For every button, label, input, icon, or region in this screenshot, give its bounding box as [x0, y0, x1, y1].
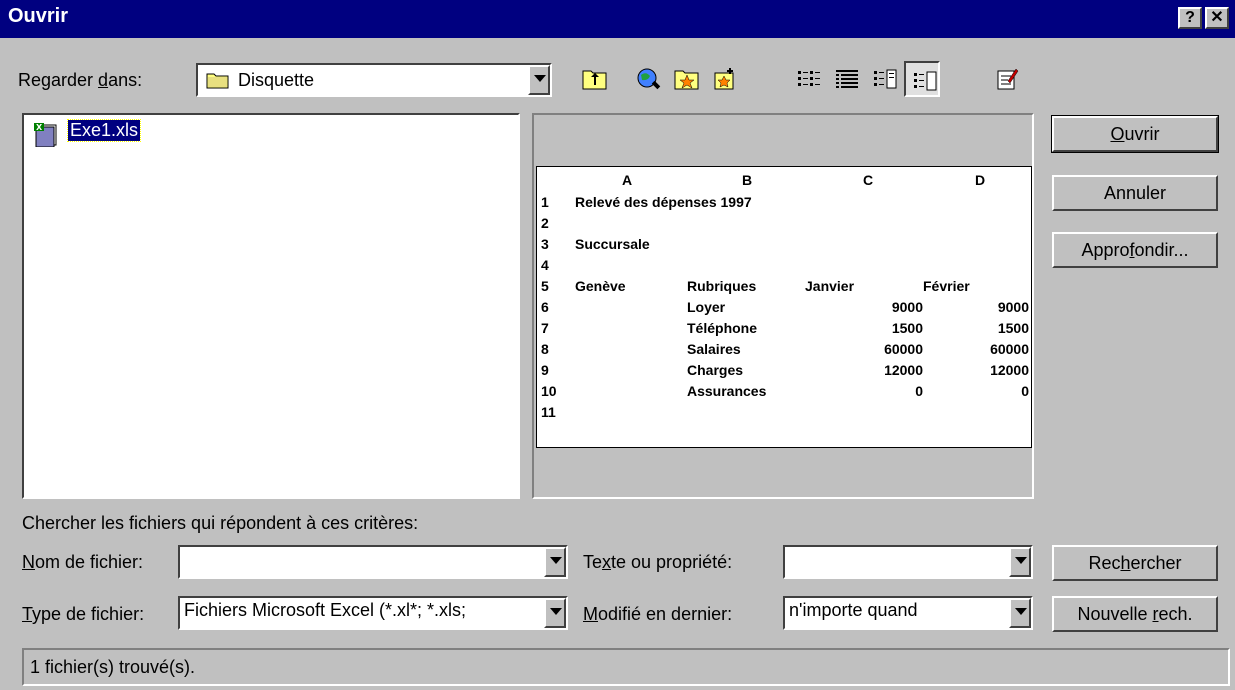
cell-b: Charges [687, 362, 744, 378]
modified-label: Modifié en dernier: [583, 604, 733, 624]
cell-d: 60000 [990, 341, 1029, 357]
window-title: Ouvrir [8, 5, 69, 27]
chevron-down-icon[interactable] [544, 547, 566, 577]
col-header-b: B [742, 172, 753, 188]
row-number: 1 [541, 194, 549, 210]
cell-b: Rubriques [687, 278, 757, 294]
filename-label: Nom de fichier: [22, 552, 144, 572]
status-text: 1 fichier(s) trouvé(s). [30, 657, 196, 677]
svg-text:X: X [36, 123, 43, 132]
row-number: 8 [541, 341, 549, 357]
row-number: 9 [541, 362, 549, 378]
row-number: 3 [541, 236, 549, 252]
cell-a: Genève [575, 278, 626, 294]
cell-b: Loyer [687, 299, 726, 315]
cell-d: 12000 [990, 362, 1029, 378]
look-in-value: Disquette [238, 70, 315, 90]
cell-c: 9000 [891, 299, 923, 315]
status-bar: 1 fichier(s) trouvé(s). [22, 648, 1230, 686]
cell-d: 1500 [997, 320, 1029, 336]
advanced-button[interactable]: Approfondir... [1052, 232, 1218, 268]
cell-a: Relevé des dépenses 1997 [575, 194, 752, 210]
help-button[interactable]: ? [1178, 7, 1202, 29]
chevron-down-icon[interactable] [528, 65, 550, 95]
cell-d: 0 [1021, 383, 1029, 399]
cell-b: Assurances [687, 383, 767, 399]
cell-c: 0 [915, 383, 923, 399]
commands-settings-icon[interactable] [988, 61, 1024, 97]
cell-c: Janvier [805, 278, 855, 294]
cell-c: 60000 [884, 341, 923, 357]
filetype-label: Type de fichier: [22, 604, 145, 624]
file-list[interactable]: X Exe1.xls [22, 113, 520, 499]
new-search-button[interactable]: Nouvelle rech. [1052, 596, 1218, 632]
cell-c: 1500 [891, 320, 923, 336]
look-in-favorites-icon[interactable] [668, 61, 704, 97]
row-number: 7 [541, 320, 549, 336]
chevron-down-icon[interactable] [1009, 598, 1031, 628]
text-property-label: Texte ou propriété: [583, 552, 733, 572]
chevron-down-icon[interactable] [1009, 547, 1031, 577]
folder-icon [206, 70, 230, 95]
file-name: Exe1.xls [66, 119, 142, 142]
filetype-value: Fichiers Microsoft Excel (*.xl*; *.xls; [184, 600, 467, 620]
look-in-combo[interactable]: Disquette [196, 63, 552, 97]
cancel-button[interactable]: Annuler [1052, 175, 1218, 211]
list-view-icon[interactable] [790, 61, 826, 97]
cell-b: Téléphone [687, 320, 758, 336]
cell-d: Février [923, 278, 970, 294]
row-number: 10 [541, 383, 557, 399]
text-property-combo[interactable] [783, 545, 1033, 579]
row-number: 5 [541, 278, 549, 294]
col-header-c: C [863, 172, 874, 188]
cell-c: 12000 [884, 362, 923, 378]
modified-value: n'importe quand [789, 600, 918, 620]
title-bar: Ouvrir ? ✕ [0, 0, 1235, 38]
up-one-level-icon[interactable] [576, 61, 612, 97]
filename-combo[interactable] [178, 545, 568, 579]
cell-b: Salaires [687, 341, 741, 357]
chevron-down-icon[interactable] [544, 598, 566, 628]
cell-d: 9000 [997, 299, 1029, 315]
spreadsheet-preview: A B C D 1 Relevé des dépenses 1997 2 3 Succu… [536, 166, 1032, 448]
row-number: 4 [541, 257, 549, 273]
search-button[interactable]: Rechercher [1052, 545, 1218, 581]
row-number: 6 [541, 299, 549, 315]
properties-view-icon[interactable] [866, 61, 902, 97]
close-button[interactable]: ✕ [1205, 7, 1229, 29]
preview-view-icon[interactable] [904, 61, 940, 97]
col-header-a: A [622, 172, 633, 188]
col-header-d: D [975, 172, 986, 188]
row-number: 11 [541, 404, 556, 420]
modified-combo[interactable]: n'importe quand [783, 596, 1033, 630]
preview-pane: A B C D 1 Relevé des dépenses 1997 2 3 Succu… [532, 113, 1034, 499]
excel-file-icon: X [32, 121, 60, 152]
criteria-heading: Chercher les fichiers qui répondent à ce… [22, 513, 419, 533]
open-button[interactable]: Ouvrir [1051, 115, 1219, 153]
cell-a: Succursale [575, 236, 650, 252]
look-in-label: Regarder dans: [18, 70, 143, 90]
details-view-icon[interactable] [828, 61, 864, 97]
filetype-combo[interactable]: Fichiers Microsoft Excel (*.xl*; *.xls; [178, 596, 568, 630]
row-number: 2 [541, 215, 549, 231]
search-web-icon[interactable] [630, 61, 666, 97]
add-to-favorites-icon[interactable] [706, 61, 742, 97]
